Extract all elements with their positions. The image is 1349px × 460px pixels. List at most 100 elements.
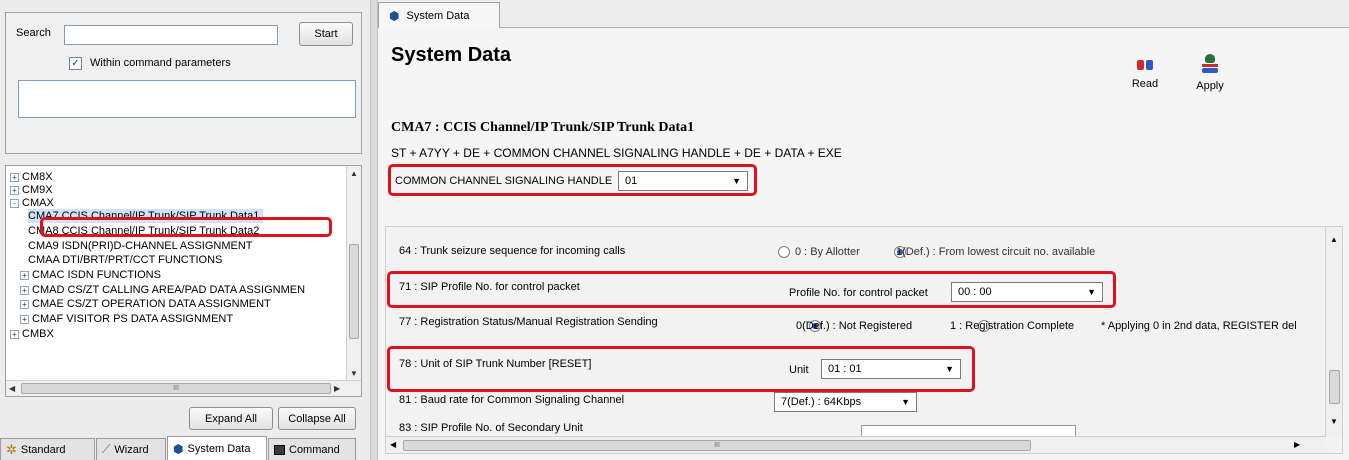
chevron-down-icon: ▼ [732,176,741,186]
tree-item-label: CMA9 ISDN(PRI)D-CHANNEL ASSIGNMENT [28,240,253,252]
tree-item[interactable]: + CM8X [10,170,53,184]
tree-item[interactable]: CMAA DTI/BRT/PRT/CCT FUNCTIONS [28,253,222,267]
tab-wizard[interactable]: ⟋ Wizard [96,438,166,460]
handle-select[interactable]: 01 ▼ [618,171,748,191]
apply-label: Apply [1196,80,1224,92]
row-78-label: 78 : Unit of SIP Trunk Number [RESET] [399,358,592,370]
tree-item[interactable]: - CMAX [10,196,54,210]
handle-value: 01 [625,175,638,187]
command-tree[interactable]: + CM8X + CM9X - CMAX CMA7 CCIS Channel/IP Trun… [5,165,362,397]
chevron-down-icon: ▼ [901,397,910,407]
tab-system-data-label: System Data [187,442,251,455]
data-list-vscroll-thumb[interactable] [1329,370,1340,404]
row-78-select[interactable]: 01 : 01 ▼ [821,359,961,379]
tree-item[interactable]: + CM9X [10,183,53,197]
search-results-box[interactable] [18,80,356,118]
collapse-all-button[interactable]: Collapse All [278,407,356,430]
tab-command[interactable]: Command [268,438,356,460]
tab-standard-label: Standard [20,443,66,456]
data-list-hscroll-thumb[interactable]: III [403,440,1031,451]
tree-item-label: CMAE CS/ZT OPERATION DATA ASSIGNMENT [32,298,271,310]
row-71-field-label: Profile No. for control packet [789,287,928,299]
tab-standard[interactable]: ✲ Standard [0,438,95,460]
search-panel: Search Start ✓ Within command parameters [5,12,362,154]
cube-icon: ⬢ [389,8,400,23]
tree-vertical-scrollbar[interactable]: ▲ ▼ [346,166,361,382]
expand-all-button[interactable]: Expand All [189,407,273,430]
read-button[interactable]: Read [1127,58,1163,98]
tree-item-label: CMBX [22,328,54,340]
tree-item[interactable]: + CMBX [10,327,54,341]
command-navigator-panel: Search Start ✓ Within command parameters… [0,0,370,460]
tree-item[interactable]: CMA9 ISDN(PRI)D-CHANNEL ASSIGNMENT [28,239,253,253]
tree-item[interactable]: CMA8 CCIS Channel/IP Trunk/SIP Trunk Dat… [28,224,259,238]
scroll-up-arrow-icon[interactable]: ▲ [1330,235,1338,244]
scroll-left-arrow-icon[interactable]: ◀ [390,440,396,449]
scroll-left-arrow-icon[interactable]: ◀ [9,384,15,393]
search-input[interactable] [64,25,278,45]
row-71-select[interactable]: 00 : 00 ▼ [951,282,1103,302]
expand-node-icon[interactable]: + [10,329,19,339]
scroll-right-arrow-icon[interactable]: ▶ [334,384,340,393]
expand-node-icon[interactable]: + [20,314,29,324]
tree-item-label: CMAF VISITOR PS DATA ASSIGNMENT [32,313,234,325]
expand-node-icon[interactable]: + [10,185,19,195]
scroll-down-arrow-icon[interactable]: ▼ [1330,417,1338,426]
row-81-label: 81 : Baud rate for Common Signaling Chan… [399,394,625,406]
row-83-label: 83 : SIP Profile No. of Secondary Unit [399,422,583,434]
wand-icon: ⟋ [102,442,111,456]
editor-tab-bar [378,0,1349,28]
expand-node-icon[interactable]: + [10,172,19,182]
row-78-value: 01 : 01 [828,363,862,375]
tree-item-label: CMA7 CCIS Channel/IP Trunk/SIP Trunk Dat… [28,210,260,222]
row-77-note: * Applying 0 in 2nd data, REGISTER del [1101,320,1297,332]
command-title: CMA7 : CCIS Channel/IP Trunk/SIP Trunk D… [391,120,695,135]
tree-hscroll-thumb[interactable]: III [21,383,331,394]
scroll-right-arrow-icon[interactable]: ▶ [1294,440,1300,449]
tab-system-data[interactable]: ⬢ System Data [167,436,267,460]
row-81-value: 7(Def.) : 64Kbps [781,396,862,408]
system-data-editor: System Data Read Apply CMA7 : CCIS Chann… [378,28,1349,460]
command-syntax: ST + A7YY + DE + COMMON CHANNEL SIGNALIN… [391,146,842,160]
read-label: Read [1131,78,1159,90]
refresh-icon [1137,58,1153,72]
page-title: System Data [391,44,512,66]
tab-system-data-editor[interactable]: ⬢ System Data [378,2,500,28]
data-list-horizontal-scrollbar[interactable]: ◀ III ▶ [386,436,1326,453]
tree-horizontal-scrollbar[interactable]: ◀ III ▶ [6,380,361,396]
scroll-up-arrow-icon[interactable]: ▲ [350,169,358,178]
row-64-radio-0[interactable] [778,246,790,259]
tree-item[interactable]: + CMAF VISITOR PS DATA ASSIGNMENT [20,312,233,326]
expand-node-icon[interactable]: + [20,285,29,295]
editor-tab-label: System Data [406,9,470,22]
row-64-opt1-label: 1(Def.) : From lowest circuit no. availa… [896,246,1096,258]
row-77-opt1-label: 1 : Registration Complete [950,320,1075,332]
expand-node-icon[interactable]: + [20,299,29,309]
row-71-value: 00 : 00 [958,286,992,298]
tree-vscroll-thumb[interactable] [349,244,359,339]
search-label: Search [16,27,51,39]
tree-item[interactable]: + CMAE CS/ZT OPERATION DATA ASSIGNMENT [20,297,271,311]
expand-node-icon[interactable]: + [20,270,29,280]
apply-person-icon [1201,54,1219,74]
cube-icon: ⬢ [173,441,184,456]
tree-item-label: CMAA DTI/BRT/PRT/CCT FUNCTIONS [28,254,223,266]
tree-item[interactable]: + CMAC ISDN FUNCTIONS [20,268,161,282]
data-item-list: 64 : Trunk seizure sequence for incoming… [385,226,1343,454]
handle-label: COMMON CHANNEL SIGNALING HANDLE [395,175,613,187]
row-71-label: 71 : SIP Profile No. for control packet [399,281,580,293]
panel-splitter[interactable] [370,0,378,460]
start-button[interactable]: Start [299,22,353,46]
scroll-down-arrow-icon[interactable]: ▼ [350,369,358,378]
data-list-vertical-scrollbar[interactable]: ▲ ▼ [1325,227,1342,437]
within-params-checkbox[interactable]: ✓ [69,57,82,70]
tree-item[interactable]: CMA7 CCIS Channel/IP Trunk/SIP Trunk Dat… [28,209,264,223]
collapse-node-icon[interactable]: - [10,198,19,208]
tree-item[interactable]: + CMAD CS/ZT CALLING AREA/PAD DATA ASSIGN… [20,283,305,297]
tab-command-label: Command [289,443,340,456]
row-77-opt0-label: 0(Def.) : Not Registered [796,320,913,332]
row-81-select[interactable]: 7(Def.) : 64Kbps ▼ [774,392,917,412]
gear-icon: ✲ [6,441,17,457]
row-64-label: 64 : Trunk seizure sequence for incoming… [399,245,626,257]
apply-button[interactable]: Apply [1190,54,1230,98]
